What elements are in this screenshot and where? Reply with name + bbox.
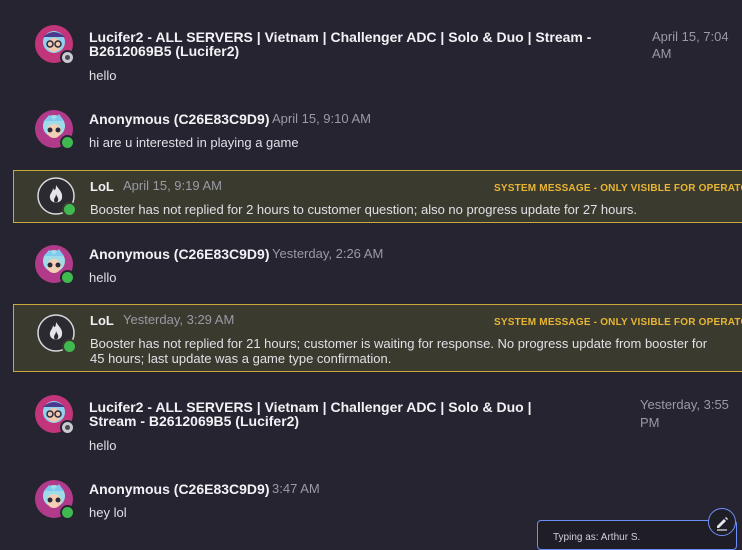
system-message: LoL April 15, 9:19 AM SYSTEM MESSAGE - O… — [13, 170, 742, 223]
status-online-icon — [60, 270, 75, 285]
message-composer[interactable]: Typing as: Arthur S. — [537, 520, 737, 550]
message-timestamp: April 15, 9:10 AM — [272, 111, 371, 126]
author-name[interactable]: LoL — [90, 313, 114, 328]
message-item: Lucifer2 - ALL SERVERS | Vietnam | Chall… — [0, 380, 742, 460]
status-online-icon — [60, 505, 75, 520]
status-online-icon — [60, 135, 75, 150]
author-name[interactable]: LoL — [90, 179, 114, 194]
message-text: hello — [89, 270, 117, 285]
avatar[interactable] — [35, 25, 75, 65]
message-timestamp: Yesterday, 2:26 AM — [272, 246, 384, 261]
status-online-icon — [62, 202, 77, 217]
author-name[interactable]: Anonymous (C26E83C9D9) — [89, 112, 270, 126]
status-away-icon — [60, 50, 75, 65]
message-item: Lucifer2 - ALL SERVERS | Vietnam | Chall… — [0, 0, 742, 90]
message-timestamp: April 15, 7:04 AM — [652, 29, 729, 61]
system-message-label: SYSTEM MESSAGE - ONLY VISIBLE FOR OPERAT… — [494, 183, 742, 194]
message-item: Anonymous (C26E83C9D9) April 15, 9:10 AM… — [0, 100, 742, 160]
message-text: Booster has not replied for 21 hours; cu… — [90, 336, 708, 366]
edit-button[interactable] — [708, 508, 736, 536]
message-item: Anonymous (C26E83C9D9) Yesterday, 2:26 A… — [0, 235, 742, 295]
message-text: hello — [89, 438, 117, 453]
avatar[interactable] — [35, 395, 75, 435]
message-timestamp: 3:47 AM — [272, 481, 320, 496]
message-text: hi are u interested in playing a game — [89, 135, 299, 150]
status-online-icon — [62, 339, 77, 354]
message-text: Booster has not replied for 2 hours to c… — [90, 202, 638, 217]
edit-pencil-icon — [717, 517, 728, 531]
message-text: hey lol — [89, 505, 127, 520]
system-message: LoL Yesterday, 3:29 AM SYSTEM MESSAGE - … — [13, 304, 742, 372]
author-name[interactable]: Anonymous (C26E83C9D9) — [89, 247, 270, 261]
avatar[interactable] — [35, 480, 75, 520]
author-name[interactable]: Lucifer2 - ALL SERVERS | Vietnam | Chall… — [89, 400, 559, 428]
typing-as-label: Typing as: Arthur S. — [553, 532, 641, 543]
author-name[interactable]: Anonymous (C26E83C9D9) — [89, 482, 270, 496]
status-away-icon — [60, 420, 75, 435]
message-timestamp: Yesterday, 3:55 PM — [640, 397, 729, 430]
avatar — [37, 314, 77, 354]
message-timestamp: April 15, 9:19 AM — [123, 178, 222, 193]
avatar[interactable] — [35, 245, 75, 285]
author-name[interactable]: Lucifer2 - ALL SERVERS | Vietnam | Chall… — [89, 30, 639, 58]
avatar[interactable] — [35, 110, 75, 150]
message-timestamp: Yesterday, 3:29 AM — [123, 312, 235, 327]
system-message-label: SYSTEM MESSAGE - ONLY VISIBLE FOR OPERAT… — [494, 317, 742, 328]
avatar — [37, 177, 77, 217]
message-text: hello — [89, 68, 117, 83]
